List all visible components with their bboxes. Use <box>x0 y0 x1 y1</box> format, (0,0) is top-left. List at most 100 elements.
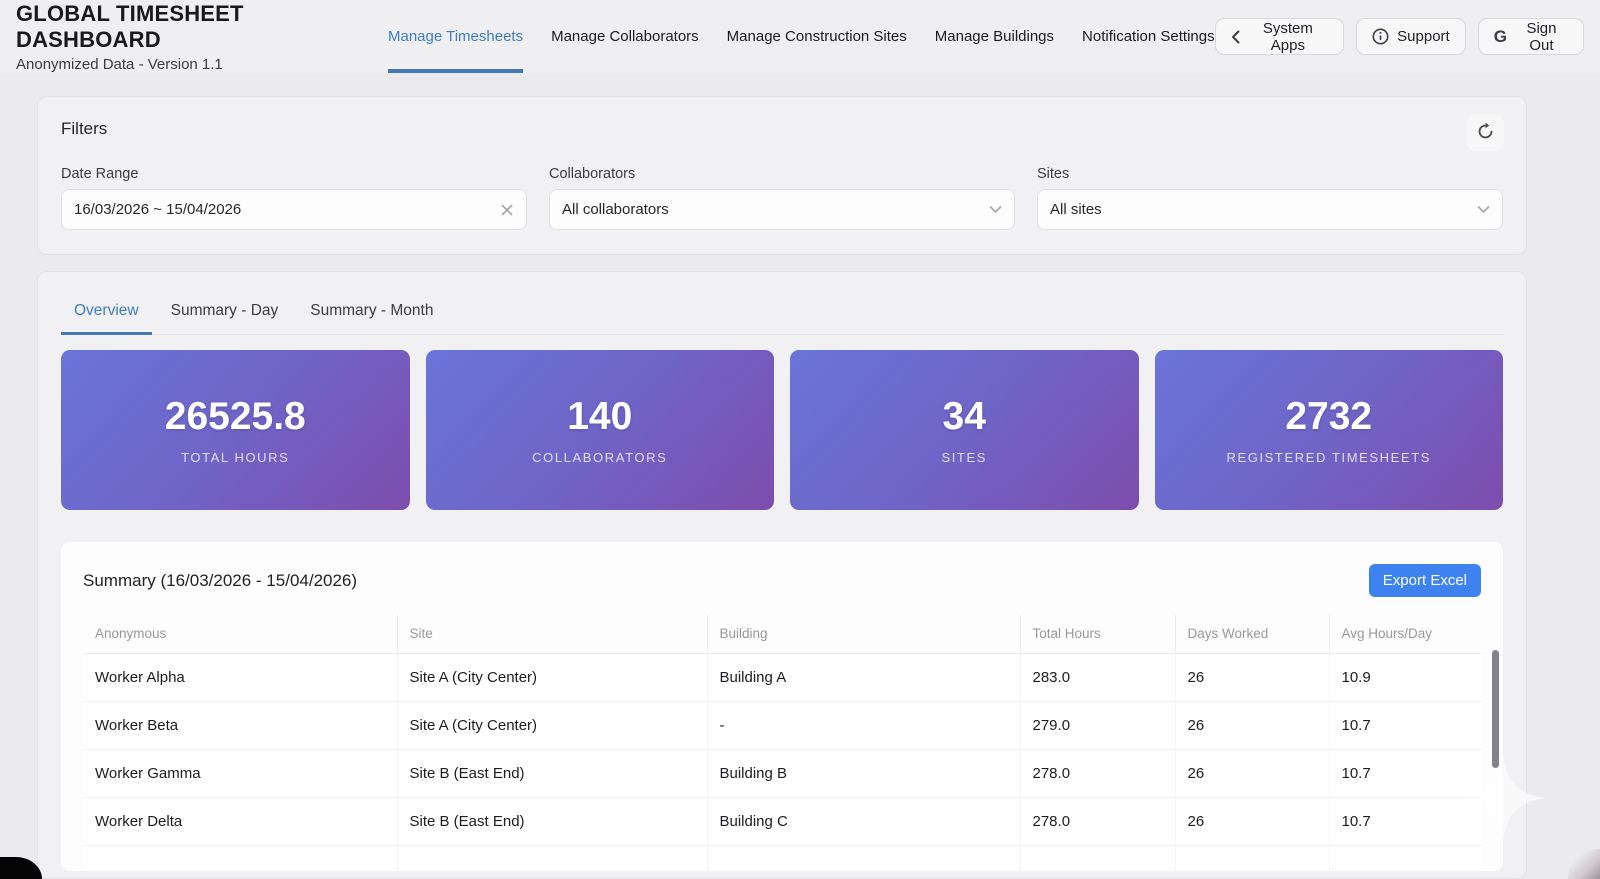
info-icon <box>1372 28 1389 45</box>
export-excel-button[interactable]: Export Excel <box>1368 564 1481 597</box>
cell-days-worked: 26 <box>1175 749 1330 798</box>
system-apps-button[interactable]: System Apps <box>1214 18 1345 55</box>
stat-label: COLLABORATORS <box>532 450 668 465</box>
sites-select[interactable]: All sites <box>1037 189 1503 230</box>
summary-card: Summary (16/03/2026 - 15/04/2026) Export… <box>61 542 1503 871</box>
col-total-hours[interactable]: Total Hours <box>1020 615 1176 654</box>
date-range-label: Date Range <box>61 166 139 182</box>
chevron-down-icon <box>1477 205 1490 214</box>
stat-label: REGISTERED TIMESHEETS <box>1226 450 1432 465</box>
filters-title: Filters <box>61 119 108 138</box>
brand: GLOBAL TIMESHEET DASHBOARD Anonymized Da… <box>16 0 376 73</box>
system-apps-label: System Apps <box>1262 19 1313 54</box>
tab-summary-month[interactable]: Summary - Month <box>297 292 446 334</box>
collaborators-value: All collaborators <box>562 201 669 218</box>
table-row[interactable]: Worker Delta Site B (East End) Building … <box>83 797 1481 846</box>
tab-summary-day[interactable]: Summary - Day <box>158 292 292 334</box>
sites-value: All sites <box>1050 201 1102 218</box>
cell-anonymous: Worker Gamma <box>83 749 398 798</box>
nav-manage-collaborators[interactable]: Manage Collaborators <box>551 0 699 73</box>
collaborators-select[interactable]: All collaborators <box>549 189 1015 230</box>
filters-panel: Filters Date Range Collaborators All col… <box>37 96 1527 255</box>
cell-site: Site B (East End) <box>397 797 708 846</box>
cell-total-hours: 278.0 <box>1020 797 1176 846</box>
view-tabs: Overview Summary - Day Summary - Month <box>61 292 1503 335</box>
sign-out-button[interactable]: G Sign Out <box>1477 18 1584 55</box>
stat-value: 2732 <box>1285 395 1373 438</box>
stat-label: TOTAL HOURS <box>181 450 290 465</box>
cell-total-hours: 283.0 <box>1020 653 1176 702</box>
refresh-icon <box>1476 122 1495 144</box>
cell-avg-hours-day: 10.7 <box>1329 701 1481 750</box>
support-button[interactable]: Support <box>1356 18 1466 55</box>
cell-anonymous: Worker Delta <box>83 797 398 846</box>
table-header-row: Anonymous Site Building Total Hours Days… <box>83 615 1481 654</box>
chevron-down-icon <box>989 205 1002 214</box>
col-avg-hours-day[interactable]: Avg Hours/Day <box>1329 615 1481 654</box>
cell-avg-hours-day: 10.7 <box>1329 797 1481 846</box>
cell-building: Building C <box>707 797 1021 846</box>
page-subtitle: Anonymized Data - Version 1.1 <box>16 55 223 73</box>
app-header: GLOBAL TIMESHEET DASHBOARD Anonymized Da… <box>0 0 1600 73</box>
stat-value: 140 <box>567 395 633 438</box>
table-row[interactable]: Worker Beta Site A (City Center) - 279.0… <box>83 701 1481 750</box>
stat-card-registered-timesheets: 2732 REGISTERED TIMESHEETS <box>1154 350 1503 510</box>
refresh-button[interactable] <box>1467 114 1504 151</box>
col-days-worked[interactable]: Days Worked <box>1175 615 1330 654</box>
col-anonymous[interactable]: Anonymous <box>83 615 398 654</box>
cell-site: Site A (City Center) <box>397 653 708 702</box>
summary-head: Summary (16/03/2026 - 15/04/2026) Export… <box>83 564 1481 597</box>
summary-title: Summary (16/03/2026 - 15/04/2026) <box>83 570 358 590</box>
nav-manage-buildings[interactable]: Manage Buildings <box>935 0 1054 73</box>
stats-row: 26525.8 TOTAL HOURS 140 COLLABORATORS 34… <box>61 350 1503 510</box>
summary-table: Anonymous Site Building Total Hours Days… <box>83 615 1481 871</box>
cell-anonymous: Worker Beta <box>83 701 398 750</box>
clear-x-icon[interactable] <box>500 203 514 217</box>
date-range-input-box[interactable] <box>61 189 527 230</box>
nav-notification-settings[interactable]: Notification Settings <box>1082 0 1215 73</box>
tab-overview[interactable]: Overview <box>61 292 152 335</box>
stat-value: 26525.8 <box>164 395 306 438</box>
table-row[interactable] <box>83 845 1481 871</box>
cell-days-worked: 26 <box>1175 797 1330 846</box>
date-range-input[interactable] <box>74 201 500 218</box>
date-range-field: Date Range <box>61 166 527 230</box>
main-nav: Manage Timesheets Manage Collaborators M… <box>388 0 1215 73</box>
page-title: GLOBAL TIMESHEET DASHBOARD <box>16 0 244 52</box>
cell-total-hours: 279.0 <box>1020 701 1176 750</box>
collaborators-label: Collaborators <box>549 166 636 182</box>
cell-avg-hours-day: 10.9 <box>1329 653 1481 702</box>
sites-field: Sites All sites <box>1037 166 1503 230</box>
stat-value: 34 <box>942 395 986 438</box>
cell-building: Building A <box>707 653 1021 702</box>
stat-card-total-hours: 26525.8 TOTAL HOURS <box>61 350 410 510</box>
cell-days-worked: 26 <box>1175 653 1330 702</box>
cell-site: Site B (East End) <box>397 749 708 798</box>
table-scrollbar-thumb[interactable] <box>1492 650 1499 768</box>
stat-label: SITES <box>941 450 988 465</box>
stat-card-sites: 34 SITES <box>790 350 1139 510</box>
support-label: Support <box>1397 28 1450 45</box>
google-g-icon: G <box>1493 27 1507 46</box>
cell-anonymous: Worker Alpha <box>83 653 398 702</box>
cell-building: - <box>707 701 1021 750</box>
nav-manage-construction-sites[interactable]: Manage Construction Sites <box>727 0 907 73</box>
sign-out-label: Sign Out <box>1526 19 1557 54</box>
col-building[interactable]: Building <box>707 615 1021 654</box>
cell-avg-hours-day: 10.7 <box>1329 749 1481 798</box>
header-actions: System Apps Support G Sign Out <box>1214 0 1584 73</box>
bottom-right-corner-curl <box>1568 849 1600 879</box>
table-row[interactable]: Worker Gamma Site B (East End) Building … <box>83 749 1481 798</box>
sites-label: Sites <box>1037 166 1070 182</box>
bottom-left-corner-shape <box>0 857 42 879</box>
cell-building: Building B <box>707 749 1021 798</box>
main-panel: Overview Summary - Day Summary - Month 2… <box>37 271 1527 879</box>
cell-total-hours: 278.0 <box>1020 749 1176 798</box>
table-row[interactable]: Worker Alpha Site A (City Center) Buildi… <box>83 653 1481 702</box>
nav-manage-timesheets[interactable]: Manage Timesheets <box>388 0 524 73</box>
collaborators-field: Collaborators All collaborators <box>549 166 1015 230</box>
stat-card-collaborators: 140 COLLABORATORS <box>425 350 774 510</box>
chevron-left-icon <box>1231 30 1240 44</box>
col-site[interactable]: Site <box>397 615 708 654</box>
cell-site: Site A (City Center) <box>397 701 708 750</box>
